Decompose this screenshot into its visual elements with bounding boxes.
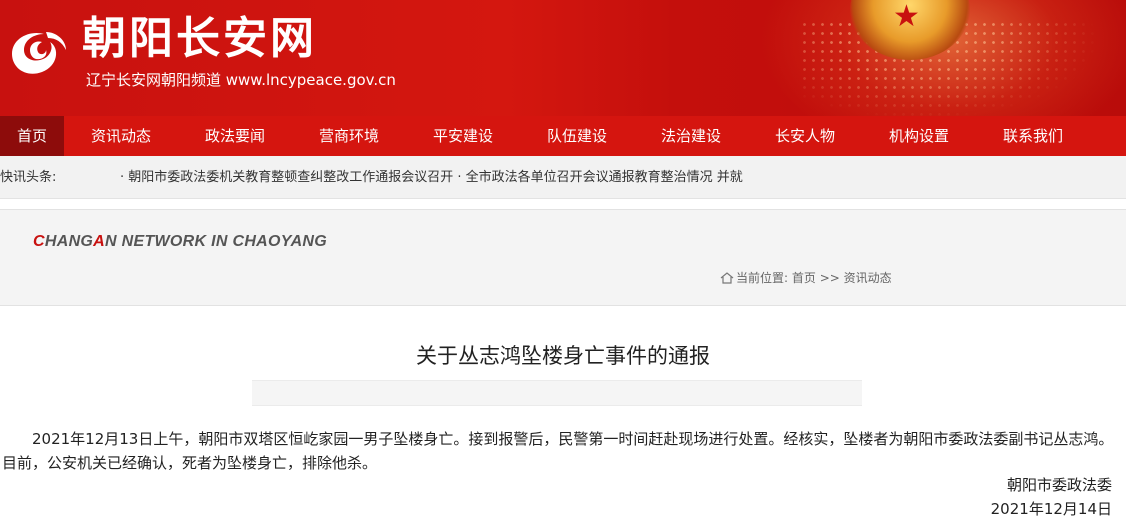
header-banner: ★ 朝阳长安网 辽宁长安网朝阳频道 www.lncypeace.gov.cn [0,0,1126,116]
ticker-text[interactable]: · 朝阳市委政法委机关教育整顿查纠整改工作通报会议召开 · 全市政法各单位召开会… [120,156,743,199]
article-body: 2021年12月13日上午，朝阳市双塔区恒屹家园一男子坠楼身亡。接到报警后，民警… [2,430,1114,472]
article-signature: 朝阳市委政法委 2021年12月14日 [991,473,1112,521]
nav-item-contact[interactable]: 联系我们 [976,116,1090,156]
star-icon: ★ [893,0,920,34]
title-divider [252,380,862,406]
news-ticker: 快讯头条: · 朝阳市委政法委机关教育整顿查纠整改工作通报会议召开 · 全市政法… [0,156,1126,199]
article-title: 关于丛志鸿坠楼身亡事件的通报 [416,344,710,368]
breadcrumb-current-link[interactable]: 资讯动态 [844,271,892,285]
section-en-title: CHANGAN NETWORK IN CHAOYANG [33,233,328,250]
nav-item-people[interactable]: 长安人物 [748,116,862,156]
article-signer: 朝阳市委政法委 [1006,476,1112,494]
nav-item-politics-law[interactable]: 政法要闻 [178,116,292,156]
nav-item-home[interactable]: 首页 [0,116,64,156]
nav-item-team[interactable]: 队伍建设 [520,116,634,156]
site-subtitle: 辽宁长安网朝阳频道 www.lncypeace.gov.cn [86,71,396,89]
breadcrumb-separator: >> [819,271,840,285]
main-nav: 首页 资讯动态 政法要闻 营商环境 平安建设 队伍建设 法治建设 长安人物 机构… [0,116,1126,156]
breadcrumb: 当前位置: 首页 >> 资讯动态 [720,269,892,286]
breadcrumb-home-link[interactable]: 首页 [792,271,816,285]
nav-item-safety[interactable]: 平安建设 [406,116,520,156]
nav-item-organization[interactable]: 机构设置 [862,116,976,156]
site-title[interactable]: 朝阳长安网 [82,12,317,66]
swirl-logo-icon[interactable] [6,24,72,80]
nav-item-news[interactable]: 资讯动态 [64,116,178,156]
nav-item-business[interactable]: 营商环境 [292,116,406,156]
breadcrumb-prefix: 当前位置: [736,271,789,285]
ticker-label: 快讯头条: [0,170,57,185]
home-icon [720,272,734,284]
article-date: 2021年12月14日 [990,500,1112,518]
nav-item-rule-of-law[interactable]: 法治建设 [634,116,748,156]
section-header: CHANGAN NETWORK IN CHAOYANG 当前位置: 首页 >> … [0,209,1126,306]
